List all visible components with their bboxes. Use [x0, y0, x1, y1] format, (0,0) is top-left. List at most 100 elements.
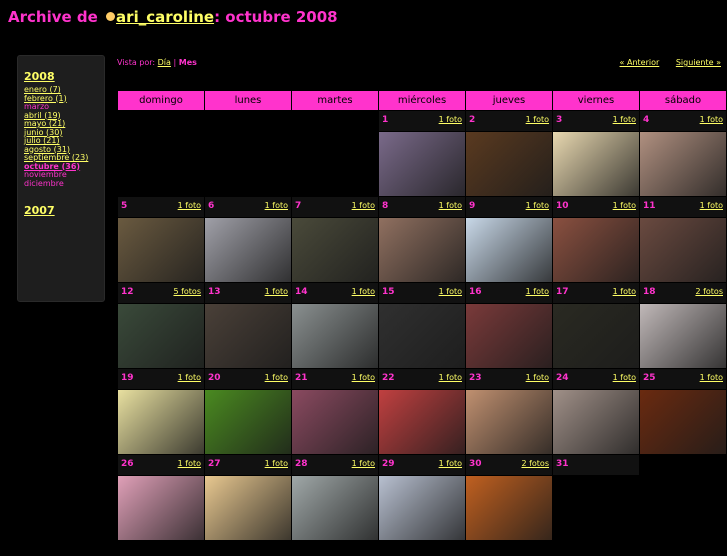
photo-thumbnail[interactable] [640, 132, 726, 196]
photo-count-link[interactable]: 1 foto [439, 201, 462, 210]
photo-thumbnail[interactable] [292, 304, 378, 368]
photo-count-link[interactable]: 1 foto [178, 459, 201, 468]
photo-count-link[interactable]: 1 foto [439, 115, 462, 124]
photo-thumbnail[interactable] [553, 218, 639, 282]
user-link[interactable]: ari_caroline [116, 8, 214, 26]
photo-thumbnail[interactable] [205, 476, 291, 540]
photo-count-link[interactable]: 1 foto [700, 373, 723, 382]
photo-count-link[interactable]: 1 foto [439, 287, 462, 296]
calendar-day-header: 3 1 foto [553, 111, 639, 131]
photo-count-link[interactable]: 2 fotos [695, 287, 723, 296]
day-number: 30 [469, 459, 482, 469]
photo-count-link[interactable]: 1 foto [352, 373, 375, 382]
calendar-day-cell: 10 1 foto [553, 197, 639, 282]
photo-count-link[interactable]: 1 foto [613, 373, 636, 382]
calendar-day-cell: 14 1 foto [292, 283, 378, 368]
photo-thumbnail[interactable] [379, 390, 465, 454]
calendar-day-header: 4 1 foto [640, 111, 726, 131]
photo-thumbnail[interactable] [553, 304, 639, 368]
calendar-day-header: 7 1 foto [292, 197, 378, 217]
day-number: 3 [556, 115, 563, 125]
photo-count-link[interactable]: 1 foto [526, 201, 549, 210]
photo-thumbnail[interactable] [379, 132, 465, 196]
photo-count-link[interactable]: 1 foto [439, 373, 462, 382]
day-number: 20 [208, 373, 221, 383]
photo-thumbnail[interactable] [553, 390, 639, 454]
photo-count-link[interactable]: 1 foto [700, 115, 723, 124]
photo-count-link[interactable]: 1 foto [526, 115, 549, 124]
photo-count-link[interactable]: 1 foto [700, 201, 723, 210]
photo-thumbnail[interactable] [205, 218, 291, 282]
photo-thumbnail[interactable] [292, 390, 378, 454]
day-number: 25 [643, 373, 656, 383]
photo-thumbnail[interactable] [466, 218, 552, 282]
calendar-day-header: 23 1 foto [466, 369, 552, 389]
photo-thumbnail[interactable] [118, 390, 204, 454]
photo-count-link[interactable]: 1 foto [526, 373, 549, 382]
photo-count-link[interactable]: 1 foto [352, 201, 375, 210]
prev-month-link[interactable]: « Anterior [620, 58, 660, 67]
calendar-day-header: 10 1 foto [553, 197, 639, 217]
next-month-link[interactable]: Siguiente » [676, 58, 721, 67]
title-suffix: : octubre 2008 [214, 8, 338, 26]
day-number: 19 [121, 373, 134, 383]
view-day-link[interactable]: Día [158, 58, 171, 67]
day-number: 11 [643, 201, 656, 211]
calendar-empty-cell [118, 111, 204, 196]
photo-count-link[interactable]: 2 fotos [521, 459, 549, 468]
calendar-day-header: 6 1 foto [205, 197, 291, 217]
calendar-day-header: 8 1 foto [379, 197, 465, 217]
photo-count-link[interactable]: 1 foto [178, 373, 201, 382]
day-number: 28 [295, 459, 308, 469]
sidebar-month-list: enero (7) febrero (1) marzo abril (19) mayo … [24, 85, 98, 188]
photo-thumbnail[interactable] [205, 304, 291, 368]
photo-count-link[interactable]: 1 foto [352, 287, 375, 296]
calendar-dayname: sábado [640, 91, 726, 110]
day-number: 21 [295, 373, 308, 383]
month-pager: « Anterior Siguiente » [606, 58, 721, 67]
photo-count-link[interactable]: 1 foto [613, 115, 636, 124]
photo-count-link[interactable]: 1 foto [265, 287, 288, 296]
photo-thumbnail[interactable] [640, 390, 726, 454]
calendar-dayname-row: domingo lunes martes miércoles jueves viernes… [118, 91, 726, 110]
photo-count-link[interactable]: 1 foto [352, 459, 375, 468]
photo-thumbnail[interactable] [640, 304, 726, 368]
calendar-day-header: 20 1 foto [205, 369, 291, 389]
sidebar-year-2008[interactable]: 2008 [24, 70, 98, 83]
calendar-day-cell: 12 5 fotos [118, 283, 204, 368]
photo-thumbnail[interactable] [292, 218, 378, 282]
sidebar-year-2007[interactable]: 2007 [24, 204, 98, 217]
photo-count-link[interactable]: 1 foto [265, 201, 288, 210]
photo-count-link[interactable]: 1 foto [265, 373, 288, 382]
photo-thumbnail[interactable] [553, 132, 639, 196]
calendar-day-header: 29 1 foto [379, 455, 465, 475]
photo-count-link[interactable]: 5 fotos [173, 287, 201, 296]
photo-thumbnail[interactable] [466, 304, 552, 368]
calendar-day-header: 19 1 foto [118, 369, 204, 389]
calendar-day-cell: 24 1 foto [553, 369, 639, 454]
calendar-day-cell: 18 2 fotos [640, 283, 726, 368]
photo-count-link[interactable]: 1 foto [439, 459, 462, 468]
photo-thumbnail[interactable] [466, 132, 552, 196]
photo-count-link[interactable]: 1 foto [613, 287, 636, 296]
photo-thumbnail[interactable] [118, 218, 204, 282]
photo-count-link[interactable]: 1 foto [265, 459, 288, 468]
photo-thumbnail[interactable] [379, 304, 465, 368]
photo-thumbnail[interactable] [379, 476, 465, 540]
calendar-day-cell: 21 1 foto [292, 369, 378, 454]
calendar-day-cell: 7 1 foto [292, 197, 378, 282]
photo-count-link[interactable]: 1 foto [526, 287, 549, 296]
view-separator: | [173, 58, 177, 67]
photo-thumbnail[interactable] [466, 390, 552, 454]
photo-thumbnail[interactable] [466, 476, 552, 540]
photo-count-link[interactable]: 1 foto [178, 201, 201, 210]
photo-thumbnail[interactable] [379, 218, 465, 282]
calendar-dayname: viernes [553, 91, 639, 110]
photo-thumbnail[interactable] [118, 476, 204, 540]
photo-thumbnail[interactable] [118, 304, 204, 368]
photo-thumbnail[interactable] [205, 390, 291, 454]
photo-thumbnail[interactable] [640, 218, 726, 282]
photo-thumbnail[interactable] [292, 476, 378, 540]
photo-count-link[interactable]: 1 foto [613, 201, 636, 210]
calendar-day-cell: 22 1 foto [379, 369, 465, 454]
